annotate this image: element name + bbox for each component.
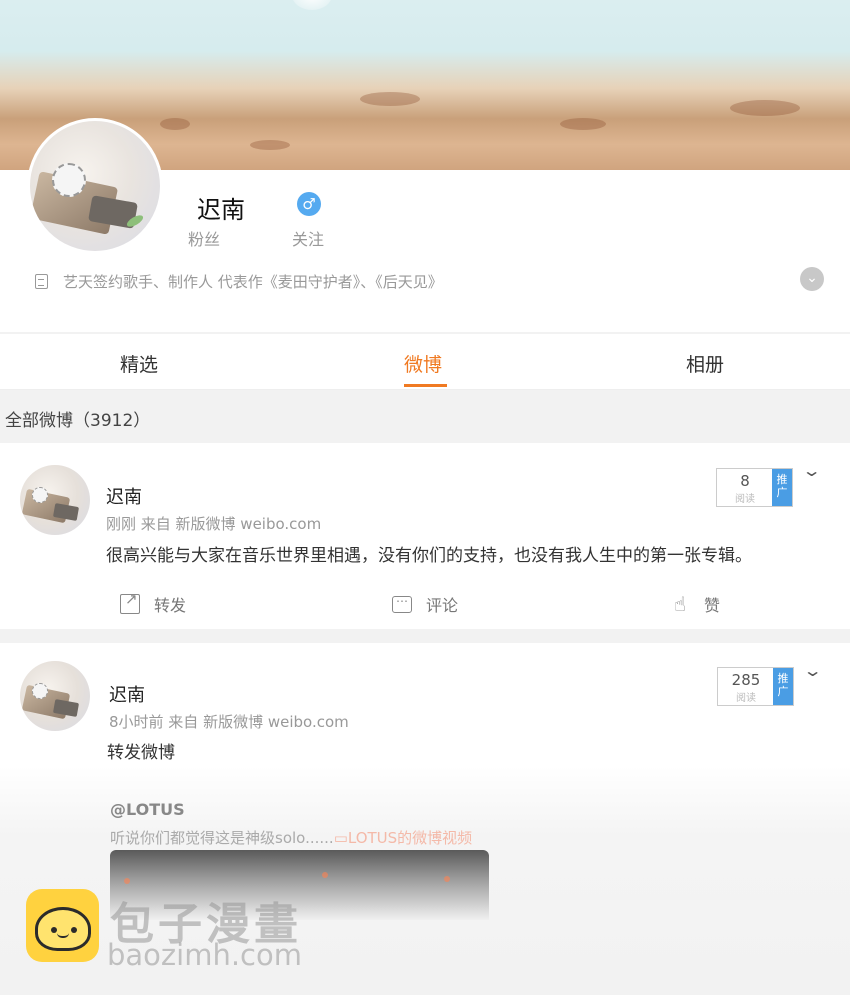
promote-button[interactable]: 推广	[772, 469, 792, 506]
profile-tabs: 精选 微博 相册	[0, 334, 850, 390]
profile-bio: 艺天签约歌手、制作人 代表作《麦田守护者》、《后天见》	[63, 273, 443, 291]
follow-label[interactable]: 关注	[292, 226, 324, 250]
document-icon	[35, 274, 48, 289]
post-avatar[interactable]	[20, 661, 90, 731]
fans-label[interactable]: 粉丝	[188, 226, 220, 250]
comment-icon	[392, 594, 412, 613]
read-label: 阅读	[736, 693, 756, 704]
repost-text: 听说你们都觉得这是神级solo......▭LOTUS的微博视频	[110, 827, 472, 848]
comment-label: 评论	[426, 596, 459, 615]
post-meta: 刚刚 来自 新版微博 weibo.com	[106, 515, 322, 533]
profile-name: 迟南	[197, 196, 245, 224]
post-author[interactable]: 迟南	[109, 681, 145, 707]
read-count-box[interactable]: 8 阅读 推广	[716, 468, 793, 507]
read-count: 8	[740, 472, 750, 490]
sand-grain	[160, 118, 190, 130]
sand-grain	[730, 100, 800, 116]
sand-grain	[360, 92, 420, 106]
post-text: 很高兴能与大家在音乐世界里相遇，没有你们的支持，也没有我人生中的第一张专辑。	[106, 546, 752, 566]
profile-avatar[interactable]	[27, 118, 163, 254]
read-label: 阅读	[735, 494, 755, 505]
video-icon: ▭	[333, 829, 348, 847]
tab-featured[interactable]: 精选	[120, 350, 158, 377]
sand-grain	[250, 140, 290, 150]
tab-album[interactable]: 相册	[686, 350, 724, 377]
chevron-down-icon[interactable]: ⌄	[802, 461, 822, 480]
like-label: 赞	[704, 596, 721, 615]
post-text: 转发微博	[107, 743, 175, 763]
comment-button[interactable]: 评论	[392, 592, 458, 616]
post-avatar[interactable]	[20, 465, 90, 535]
share-button[interactable]: 转发	[120, 590, 187, 616]
sun-glow	[292, 0, 332, 10]
weibo-count: 全部微博（3912）	[5, 411, 151, 431]
share-label: 转发	[154, 596, 187, 615]
male-icon: ♂	[297, 192, 321, 216]
active-tab-indicator	[404, 384, 447, 387]
post-meta: 8小时前 来自 新版微博 weibo.com	[109, 713, 349, 731]
repost-body: 听说你们都觉得这是神级solo......	[110, 829, 334, 847]
read-count-box[interactable]: 285 阅读 推广	[717, 667, 794, 706]
expand-bio-button[interactable]: ⌄	[800, 267, 824, 291]
thumbs-up-icon: ☝	[673, 592, 687, 616]
chevron-down-icon[interactable]: ⌄	[803, 661, 823, 680]
post-author[interactable]: 迟南	[106, 483, 142, 509]
post-card: 迟南 刚刚 来自 新版微博 weibo.com 很高兴能与大家在音乐世界里相遇，…	[0, 443, 850, 629]
video-link[interactable]: LOTUS的微博视频	[348, 829, 472, 847]
baozi-logo	[26, 889, 99, 962]
watermark-en: baozimh.com	[107, 938, 302, 972]
tab-weibo[interactable]: 微博	[404, 350, 442, 377]
read-count: 285	[731, 671, 761, 689]
repost-author[interactable]: @LOTUS	[110, 800, 185, 819]
sand-grain	[560, 118, 606, 130]
promote-button[interactable]: 推广	[773, 668, 793, 705]
share-icon	[120, 590, 140, 614]
like-button[interactable]: ☝ 赞	[670, 592, 720, 616]
